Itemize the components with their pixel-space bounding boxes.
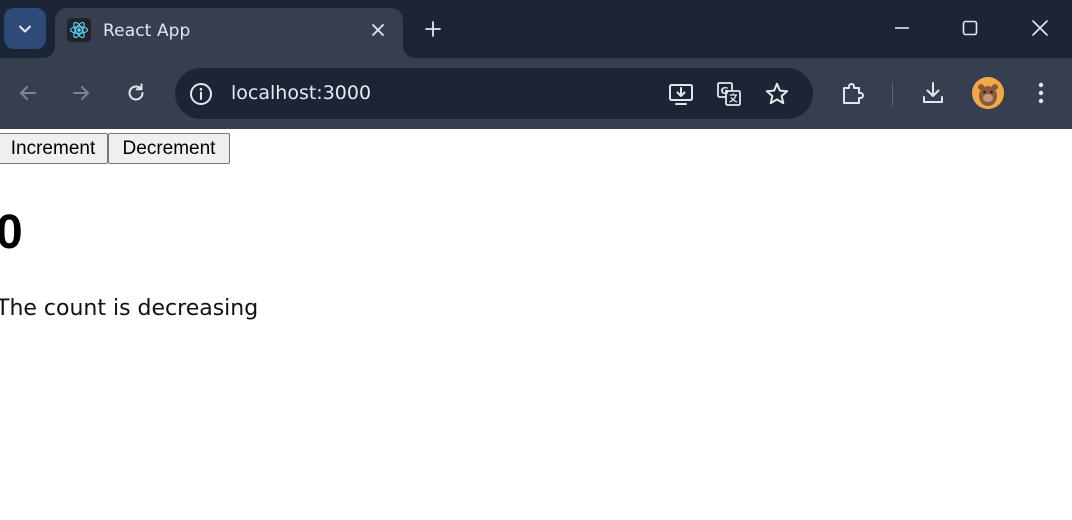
address-bar[interactable]: localhost:3000 G <box>175 68 813 119</box>
arrow-right-icon <box>73 86 89 100</box>
new-tab-button[interactable] <box>420 16 446 42</box>
svg-text:G: G <box>721 86 729 97</box>
install-app-icon <box>669 84 693 105</box>
maximize-button[interactable] <box>954 12 986 44</box>
back-button[interactable] <box>10 75 46 111</box>
install-app-button[interactable] <box>663 76 699 112</box>
close-window-button[interactable] <box>1024 12 1056 44</box>
url-text[interactable]: localhost:3000 <box>231 82 371 104</box>
puzzle-icon <box>843 83 864 104</box>
extensions-button[interactable] <box>835 75 871 111</box>
page-content: Increment Decrement 0 The count is decre… <box>0 129 1072 520</box>
star-icon <box>765 82 789 105</box>
toolbar-divider <box>892 82 893 106</box>
bookmark-button[interactable] <box>759 76 795 112</box>
arrow-left-icon <box>20 86 36 100</box>
profile-avatar-icon <box>972 77 1004 109</box>
info-icon <box>190 83 212 105</box>
tab-close-button[interactable] <box>368 20 388 40</box>
browser-menu-button[interactable] <box>1023 75 1059 111</box>
tab-strip: React App <box>0 0 1072 58</box>
maximize-icon <box>962 20 978 36</box>
close-icon <box>372 24 384 36</box>
decrement-button[interactable]: Decrement <box>108 133 230 164</box>
site-info-button[interactable] <box>183 76 219 112</box>
translate-icon: G <box>717 82 741 106</box>
more-vertical-icon <box>1038 82 1044 104</box>
reload-button[interactable] <box>118 75 154 111</box>
close-icon <box>1032 20 1048 36</box>
browser-tab[interactable]: React App <box>55 8 403 58</box>
tab-search-button[interactable] <box>4 8 46 49</box>
browser-toolbar: localhost:3000 G <box>0 58 1072 129</box>
chevron-down-icon <box>19 25 31 32</box>
count-display: 0 <box>0 206 23 259</box>
download-icon <box>923 82 943 103</box>
minimize-icon <box>895 27 909 29</box>
reload-icon <box>128 83 144 101</box>
downloads-button[interactable] <box>915 75 951 111</box>
minimize-button[interactable] <box>886 12 918 44</box>
translate-button[interactable]: G <box>711 76 747 112</box>
forward-button[interactable] <box>63 75 99 111</box>
count-status-text: The count is decreasing <box>0 296 259 321</box>
tab-title: React App <box>103 21 191 41</box>
increment-button[interactable]: Increment <box>0 133 108 164</box>
plus-icon <box>425 21 441 37</box>
profile-avatar[interactable] <box>972 77 1004 109</box>
react-logo-icon <box>67 18 91 42</box>
